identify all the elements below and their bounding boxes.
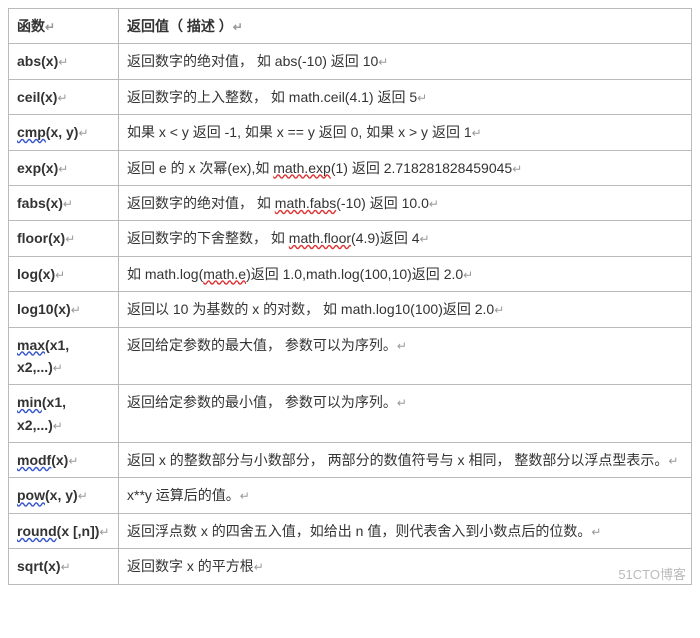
pilcrow-icon: ↵ [240, 489, 250, 503]
table-header-row: 函数↵ 返回值（ 描述 ）↵ [9, 9, 692, 44]
pilcrow-icon: ↵ [53, 361, 63, 375]
pilcrow-icon: ↵ [65, 232, 75, 246]
pilcrow-icon: ↵ [78, 126, 88, 140]
cell-description: 返回给定参数的最小值， 参数可以为序列。↵ [119, 385, 692, 443]
table-row: pow(x, y)↵x**y 运算后的值。↵ [9, 478, 692, 513]
pilcrow-icon: ↵ [53, 419, 63, 433]
pilcrow-icon: ↵ [420, 232, 430, 246]
cell-function: min(x1, x2,...)↵ [9, 385, 119, 443]
cell-description: 返回 e 的 x 次幂(ex),如 math.exp(1) 返回 2.71828… [119, 150, 692, 185]
pilcrow-icon: ↵ [668, 454, 678, 468]
pilcrow-icon: ↵ [463, 268, 473, 282]
cell-function: exp(x)↵ [9, 150, 119, 185]
pilcrow-icon: ↵ [71, 303, 81, 317]
table-row: modf(x)↵返回 x 的整数部分与小数部分， 两部分的数值符号与 x 相同，… [9, 443, 692, 478]
cell-description: 返回给定参数的最大值， 参数可以为序列。↵ [119, 327, 692, 385]
cell-function: pow(x, y)↵ [9, 478, 119, 513]
cell-function: floor(x)↵ [9, 221, 119, 256]
pilcrow-icon: ↵ [397, 396, 407, 410]
cell-description: x**y 运算后的值。↵ [119, 478, 692, 513]
pilcrow-icon: ↵ [99, 525, 109, 539]
cell-function: round(x [,n])↵ [9, 513, 119, 548]
cell-description: 返回以 10 为基数的 x 的对数， 如 math.log10(100)返回 2… [119, 292, 692, 327]
cell-function: abs(x)↵ [9, 44, 119, 79]
cell-function: cmp(x, y)↵ [9, 115, 119, 150]
table-row: log(x)↵如 math.log(math.e)返回 1.0,math.log… [9, 256, 692, 291]
table-row: fabs(x)↵返回数字的绝对值， 如 math.fabs(-10) 返回 10… [9, 185, 692, 220]
table-row: exp(x)↵返回 e 的 x 次幂(ex),如 math.exp(1) 返回 … [9, 150, 692, 185]
table-row: abs(x)↵返回数字的绝对值， 如 abs(-10) 返回 10↵ [9, 44, 692, 79]
header-function: 函数↵ [9, 9, 119, 44]
cell-function: log(x)↵ [9, 256, 119, 291]
pilcrow-icon: ↵ [417, 91, 427, 105]
table-row: ceil(x)↵返回数字的上入整数， 如 math.ceil(4.1) 返回 5… [9, 79, 692, 114]
table-row: max(x1, x2,...)↵返回给定参数的最大值， 参数可以为序列。↵ [9, 327, 692, 385]
pilcrow-icon: ↵ [512, 162, 522, 176]
cell-description: 如果 x < y 返回 -1, 如果 x == y 返回 0, 如果 x > y… [119, 115, 692, 150]
pilcrow-icon: ↵ [591, 525, 601, 539]
cell-function: log10(x)↵ [9, 292, 119, 327]
cell-function: fabs(x)↵ [9, 185, 119, 220]
pilcrow-icon: ↵ [378, 55, 388, 69]
table-row: floor(x)↵返回数字的下舍整数， 如 math.floor(4.9)返回 … [9, 221, 692, 256]
pilcrow-icon: ↵ [45, 20, 55, 34]
header-description: 返回值（ 描述 ）↵ [119, 9, 692, 44]
cell-description: 返回数字的上入整数， 如 math.ceil(4.1) 返回 5↵ [119, 79, 692, 114]
cell-description: 如 math.log(math.e)返回 1.0,math.log(100,10… [119, 256, 692, 291]
table-row: round(x [,n])↵返回浮点数 x 的四舍五入值，如给出 n 值，则代表… [9, 513, 692, 548]
pilcrow-icon: ↵ [472, 126, 482, 140]
functions-table: 函数↵ 返回值（ 描述 ）↵ abs(x)↵返回数字的绝对值， 如 abs(-1… [8, 8, 692, 585]
pilcrow-icon: ↵ [57, 91, 67, 105]
pilcrow-icon: ↵ [68, 454, 78, 468]
table-row: min(x1, x2,...)↵返回给定参数的最小值， 参数可以为序列。↵ [9, 385, 692, 443]
pilcrow-icon: ↵ [429, 197, 439, 211]
cell-function: modf(x)↵ [9, 443, 119, 478]
pilcrow-icon: ↵ [397, 339, 407, 353]
pilcrow-icon: ↵ [254, 560, 264, 574]
table-row: sqrt(x)↵返回数字 x 的平方根↵ [9, 549, 692, 584]
cell-function: sqrt(x)↵ [9, 549, 119, 584]
pilcrow-icon: ↵ [494, 303, 504, 317]
cell-function: ceil(x)↵ [9, 79, 119, 114]
cell-description: 返回浮点数 x 的四舍五入值，如给出 n 值，则代表舍入到小数点后的位数。↵ [119, 513, 692, 548]
pilcrow-icon: ↵ [233, 20, 243, 34]
cell-description: 返回数字的绝对值， 如 math.fabs(-10) 返回 10.0↵ [119, 185, 692, 220]
table-row: log10(x)↵返回以 10 为基数的 x 的对数， 如 math.log10… [9, 292, 692, 327]
pilcrow-icon: ↵ [58, 55, 68, 69]
pilcrow-icon: ↵ [78, 489, 88, 503]
pilcrow-icon: ↵ [61, 560, 71, 574]
table-row: cmp(x, y)↵如果 x < y 返回 -1, 如果 x == y 返回 0… [9, 115, 692, 150]
cell-description: 返回 x 的整数部分与小数部分， 两部分的数值符号与 x 相同， 整数部分以浮点… [119, 443, 692, 478]
cell-function: max(x1, x2,...)↵ [9, 327, 119, 385]
cell-description: 返回数字 x 的平方根↵ [119, 549, 692, 584]
cell-description: 返回数字的下舍整数， 如 math.floor(4.9)返回 4↵ [119, 221, 692, 256]
pilcrow-icon: ↵ [63, 197, 73, 211]
pilcrow-icon: ↵ [58, 162, 68, 176]
pilcrow-icon: ↵ [55, 268, 65, 282]
cell-description: 返回数字的绝对值， 如 abs(-10) 返回 10↵ [119, 44, 692, 79]
